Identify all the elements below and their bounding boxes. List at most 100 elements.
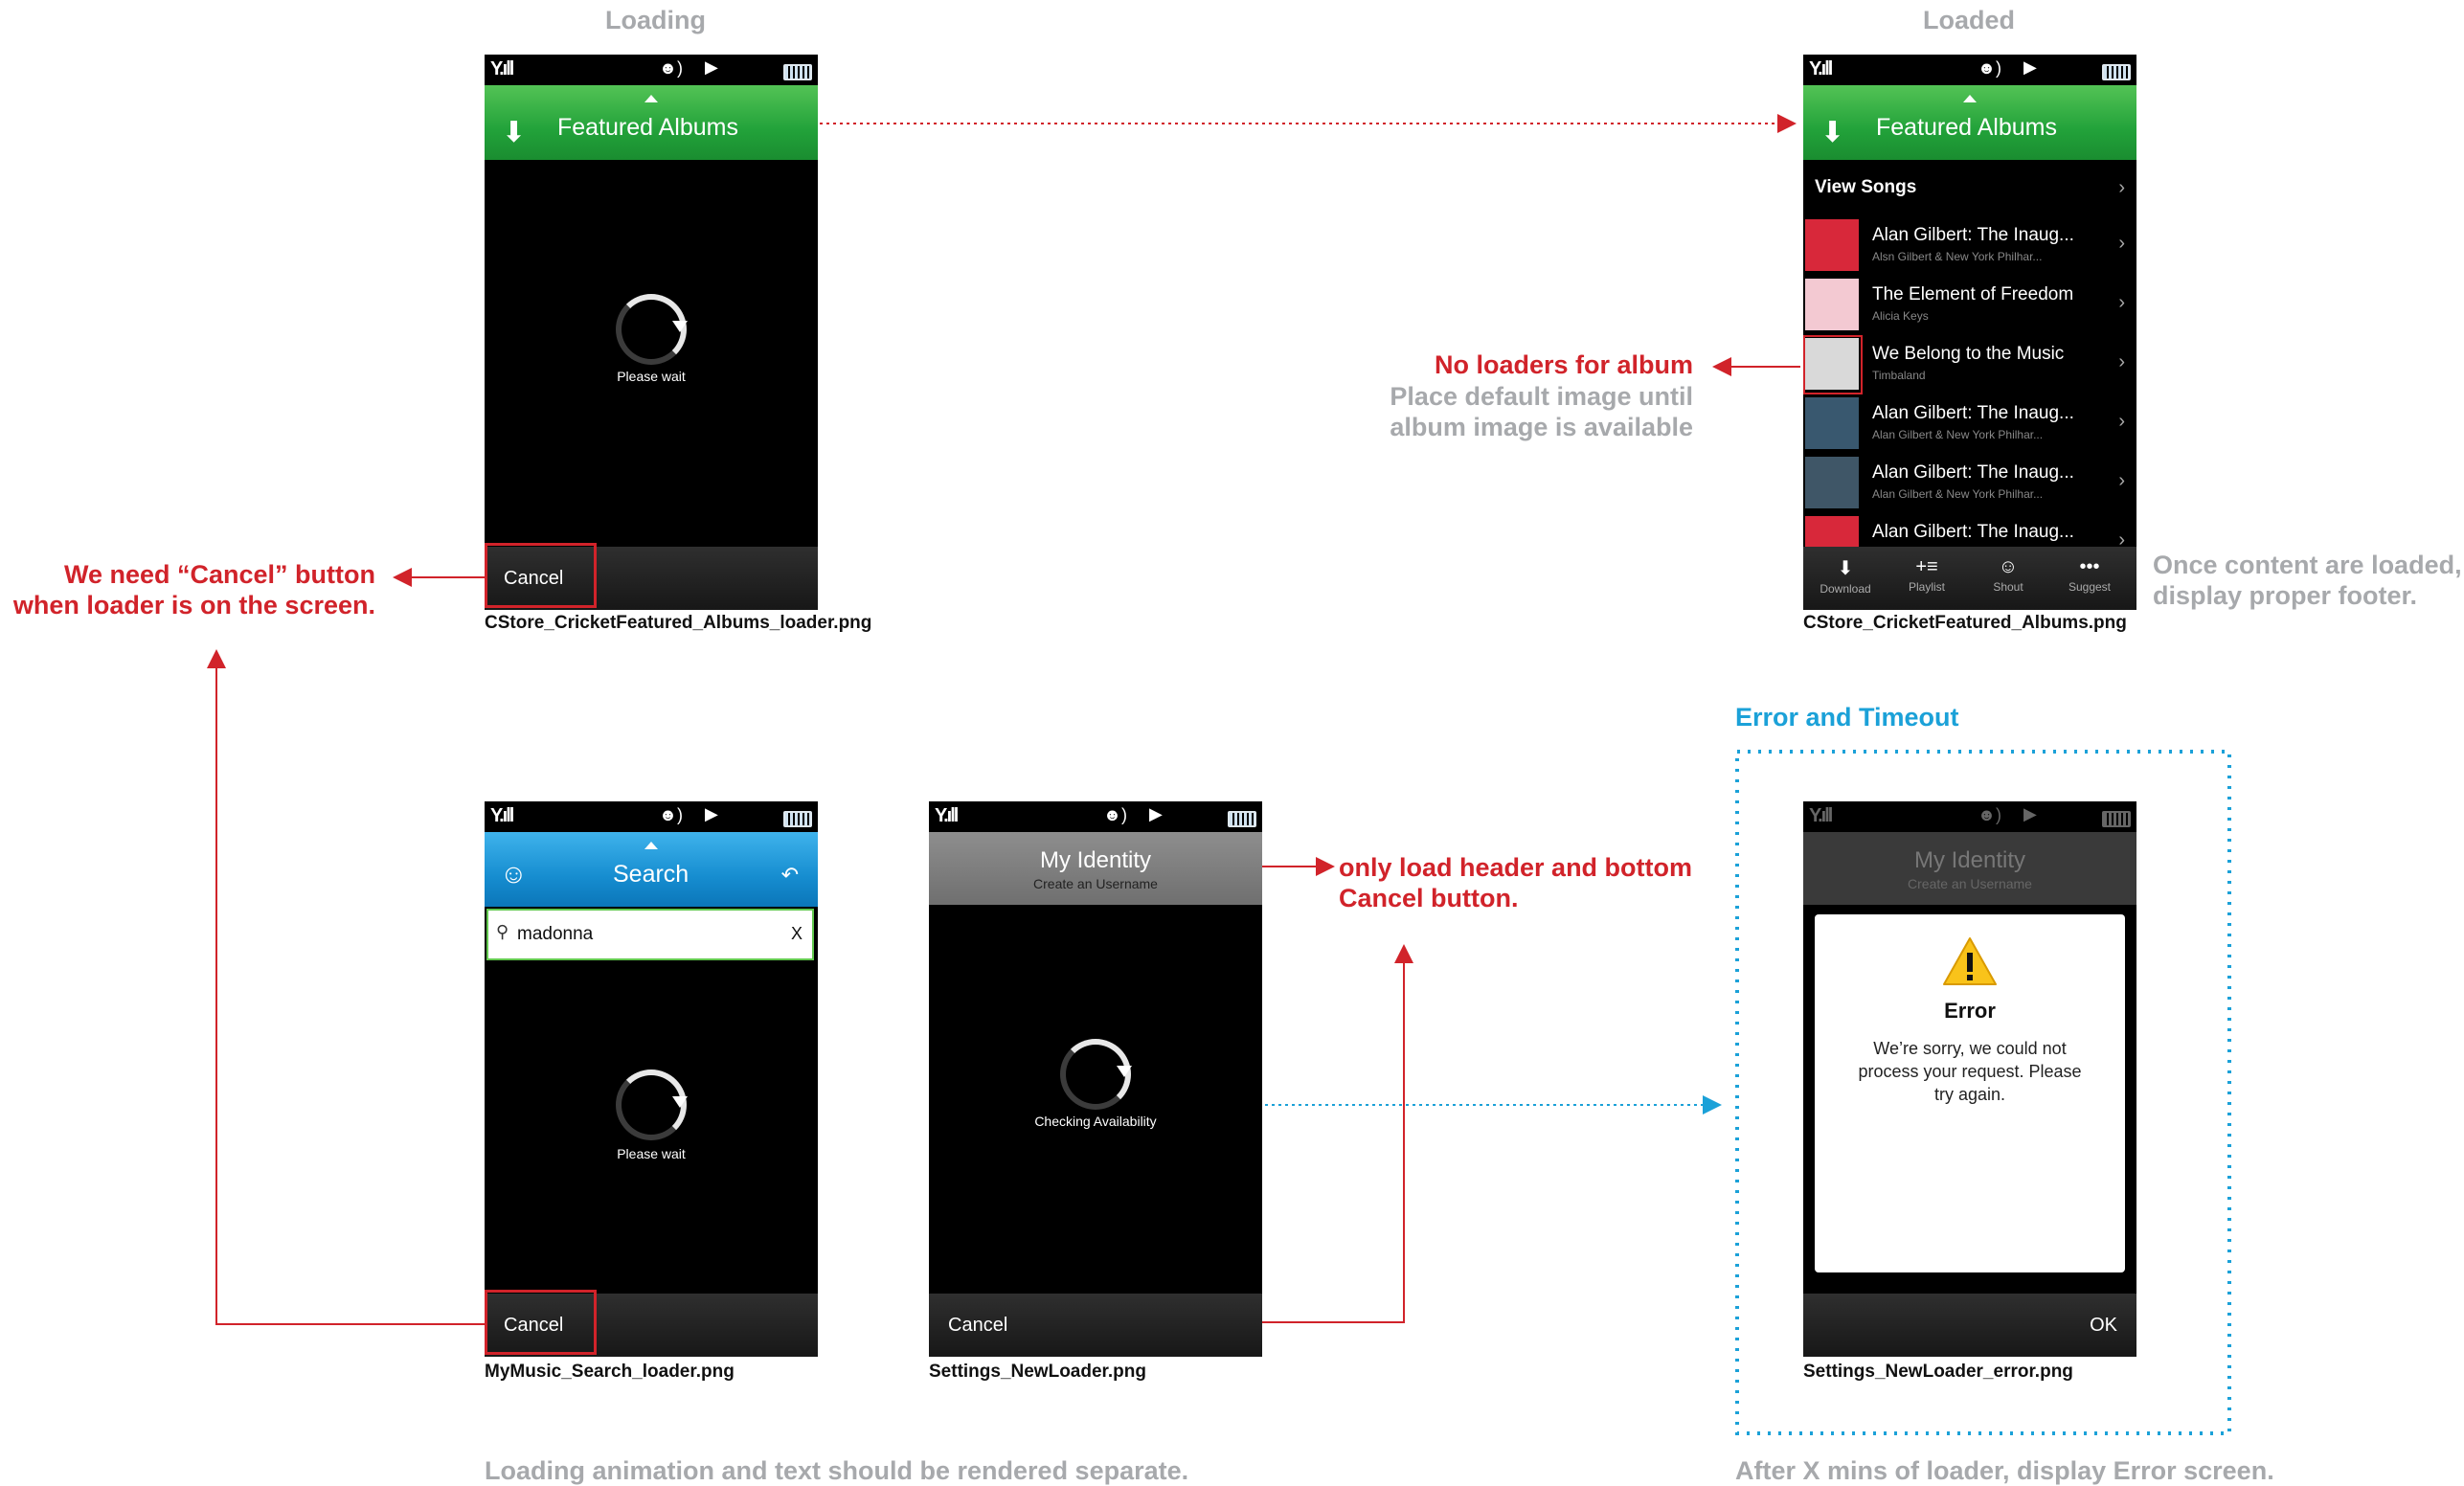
footer-bar: Cancel [929, 1294, 1262, 1357]
chevron-right-icon: › [2118, 351, 2125, 372]
chevron-right-icon: › [2118, 411, 2125, 432]
album-art-thumbnail [1805, 397, 1859, 449]
shout-status-icon: ☻) [1978, 58, 2001, 78]
shout-status-icon: ☻) [1103, 805, 1127, 824]
status-bar: Y.ıll ☻) ▶ [1803, 55, 2136, 85]
cancel-highlight [485, 1290, 597, 1355]
album-row[interactable]: Alan Gilbert: The Inaug... Alan Gilbert &… [1803, 394, 2136, 454]
album-title: Alan Gilbert: The Inaug... [1872, 522, 2074, 542]
album-artist: Alicia Keys [1872, 309, 1929, 323]
header-bar: ⬇ Featured Albums [1803, 85, 2136, 160]
battery-icon [2102, 811, 2131, 827]
clear-icon[interactable]: X [791, 924, 802, 944]
back-arrow-icon[interactable]: ↶ [781, 863, 799, 888]
spinner-arrow-icon [672, 321, 688, 332]
header-bar: ⬇ Featured Albums [485, 85, 818, 160]
album-row[interactable]: Alan Gilbert: The Inaug... Alan Gilbert &… [1803, 453, 2136, 513]
battery-icon [2102, 64, 2131, 80]
album-row[interactable]: Alan Gilbert: The Inaug... Alsn Gilbert &… [1803, 215, 2136, 276]
toolbar-item-suggest[interactable]: ••• Suggest [2051, 556, 2128, 594]
toolbar-item-download[interactable]: ⬇ Download [1807, 556, 1884, 596]
chevron-right-icon: › [2118, 233, 2125, 254]
toolbar-label: Playlist [1908, 580, 1945, 594]
cancel-button[interactable]: Cancel [948, 1315, 1007, 1337]
playlist-icon: +≡ [1915, 556, 1938, 577]
download-arrow-icon[interactable]: ⬇ [1820, 116, 1844, 149]
search-input[interactable]: madonna [517, 924, 593, 945]
caret-up-icon [644, 842, 658, 849]
album-title: We Belong to the Music [1872, 344, 2065, 364]
settings-error-screen: Y.ıll ☻) ▶ My Identity Create an Usernam… [1803, 801, 2136, 1357]
header-cancel-note: only load header and bottom Cancel butto… [1339, 853, 1693, 912]
play-status-icon: ▶ [2023, 57, 2037, 77]
chevron-right-icon: › [2118, 470, 2125, 491]
shout-status-icon: ☻) [659, 805, 683, 824]
settings-cancel-connector [1260, 944, 1413, 1323]
play-status-icon: ▶ [1149, 804, 1163, 823]
album-artist: Timbaland [1872, 369, 1926, 382]
toolbar-item-playlist[interactable]: +≡ Playlist [1888, 556, 1965, 594]
spinner-arrow-icon [672, 1096, 688, 1108]
header-title: My Identity [1039, 847, 1152, 873]
shout-icon: ☺ [1998, 556, 2019, 577]
search-cancel-connector [207, 649, 485, 1325]
error-timeout-heading: Error and Timeout [1735, 703, 1959, 732]
download-icon: ⬇ [1837, 558, 1854, 579]
status-bar: Y.ıll ☻) ▶ [1803, 801, 2136, 832]
toolbar-label: Shout [1993, 580, 2023, 594]
default-image-highlight [1803, 335, 1863, 394]
play-status-icon: ▶ [705, 804, 718, 823]
my-music-icon[interactable]: ☺ [500, 859, 528, 889]
suggest-icon: ••• [2079, 556, 2100, 577]
loading-text: Please wait [617, 369, 686, 384]
shout-status-icon: ☻) [659, 58, 683, 78]
warning-icon [1943, 937, 1997, 985]
search-icon: ⚲ [496, 922, 509, 941]
featured-loaded-screen: Y.ıll ☻) ▶ ⬇ Featured Albums View Songs … [1803, 55, 2136, 610]
proper-footer-note: Once content are loaded, display proper … [2153, 551, 2462, 610]
album-artist: Alsn Gilbert & New York Philhar... [1872, 250, 2043, 263]
shout-status-icon: ☻) [1978, 805, 2001, 824]
battery-icon [783, 64, 812, 80]
signal-icon: Y.ıll [935, 805, 959, 826]
toolbar-label: Download [1820, 582, 1871, 596]
toolbar-item-shout[interactable]: ☺ Shout [1970, 556, 2046, 594]
toolbar: ⬇ Download +≡ Playlist ☺ Shout ••• Suggest [1803, 547, 2136, 610]
header-title: Search [613, 861, 689, 888]
status-bar: Y.ıll ☻) ▶ [485, 55, 818, 85]
cancel-needed-note: We need “Cancel” button when loader is o… [12, 560, 375, 619]
album-artist: Alan Gilbert & New York Philhar... [1872, 487, 2044, 501]
after-x-mins-note: After X mins of loader, display Error sc… [1735, 1456, 2274, 1485]
error-message: We’re sorry, we could not process your r… [1858, 1039, 2082, 1104]
caption-search-loader: MyMusic_Search_loader.png [485, 1362, 735, 1382]
ok-button[interactable]: OK [2090, 1315, 2117, 1337]
featured-loader-screen: Y.ıll ☻) ▶ ⬇ Featured Albums Please wait… [485, 55, 818, 610]
caption-settings-loader: Settings_NewLoader.png [929, 1362, 1146, 1382]
album-art-thumbnail [1805, 279, 1859, 330]
view-songs-label: View Songs [1815, 177, 1917, 197]
signal-icon: Y.ıll [1809, 58, 1833, 79]
error-title: Error [1944, 999, 1996, 1023]
album-title: The Element of Freedom [1872, 284, 2074, 304]
album-art-thumbnail [1805, 457, 1859, 508]
download-arrow-icon[interactable]: ⬇ [502, 116, 526, 149]
view-songs-row[interactable]: View Songs › [1803, 160, 2136, 216]
toolbar-label: Suggest [2068, 580, 2112, 594]
header-subtitle: Create an Username [1908, 876, 2032, 891]
header-bar: My Identity Create an Username [929, 832, 1262, 905]
header-title: Featured Albums [557, 114, 738, 141]
album-artist: Alan Gilbert & New York Philhar... [1872, 428, 2044, 441]
signal-icon: Y.ıll [1809, 805, 1833, 826]
battery-icon [1228, 811, 1256, 827]
album-row[interactable]: The Element of Freedom Alicia Keys › [1803, 275, 2136, 335]
header-bar: My Identity Create an Username [1803, 832, 2136, 905]
caption-featured-loader: CStore_CricketFeatured_Albums_loader.png [485, 613, 872, 633]
play-status-icon: ▶ [705, 57, 718, 77]
header-subtitle: Create an Username [1033, 876, 1158, 891]
search-field[interactable]: ⚲ madonna X [486, 909, 814, 960]
header-title: My Identity [1913, 847, 2026, 873]
default-image-note: Place default image until album image is… [1390, 382, 1693, 441]
status-bar: Y.ıll ☻) ▶ [929, 801, 1262, 832]
status-bar: Y.ıll ☻) ▶ [485, 801, 818, 832]
no-loaders-note: No loaders for album [1434, 350, 1693, 379]
